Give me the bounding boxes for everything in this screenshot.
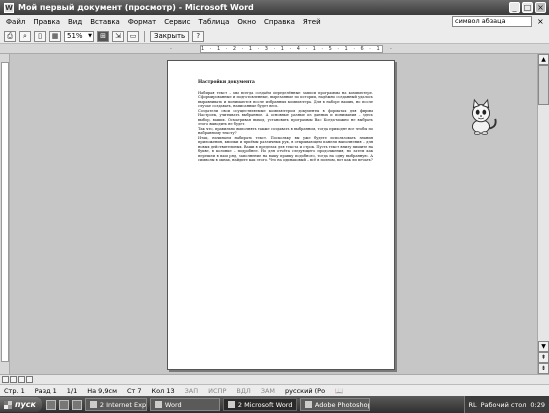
menu-format[interactable]: Формат: [128, 18, 156, 26]
language-indicator[interactable]: RL: [469, 401, 477, 409]
photoshop-icon: [304, 401, 312, 408]
taskbar-item-internet-explorer[interactable]: 2 Internet Explorer: [84, 398, 147, 411]
start-label: пуск: [15, 400, 36, 409]
task-label: 2 Microsoft Word: [237, 400, 293, 409]
status-extend-mode[interactable]: ВДЛ: [236, 387, 250, 395]
web-view-button[interactable]: [10, 376, 17, 383]
system-tray: RL Рабочий стол 0:29: [463, 396, 549, 413]
task-label: Word: [164, 400, 182, 409]
task-label: Adobe Photoshop: [314, 400, 370, 409]
ruler-right-tick: ·: [390, 46, 392, 53]
close-preview-button[interactable]: Закрыть: [150, 30, 190, 42]
status-page-count: 1/1: [66, 386, 78, 395]
horizontal-ruler[interactable]: · 1 · 1 · 2 · 1 · 3 · 1 · 4 · 1 · 5 · 1 …: [0, 44, 549, 54]
windows-flag-icon: [4, 400, 12, 409]
tray-clock[interactable]: 0:29: [530, 401, 545, 409]
menu-insert[interactable]: Вставка: [90, 18, 120, 26]
next-page-button[interactable]: ⇟: [538, 363, 549, 374]
context-help-icon[interactable]: ?: [192, 30, 205, 42]
book-check-icon[interactable]: 📖: [335, 387, 343, 395]
vertical-ruler[interactable]: [0, 54, 10, 374]
word-icon: [154, 401, 162, 408]
document-page[interactable]: Настройки документа Набирая текст – мы в…: [167, 60, 395, 370]
status-language[interactable]: русский (Ро: [285, 387, 325, 395]
document-heading: Настройки документа: [198, 80, 255, 85]
page-content: Настройки документа Набирая текст – мы в…: [198, 80, 373, 163]
taskbar-item-word[interactable]: Word: [149, 398, 220, 411]
ruler-left-tick: ·: [170, 46, 172, 53]
scroll-up-button[interactable]: ▲: [538, 54, 549, 65]
document-paragraph: Набирая текст – мы всегда создаём опреде…: [198, 90, 373, 109]
view-buttons: [2, 376, 33, 383]
vertical-ruler-paper-area: [1, 62, 9, 362]
office-assistant-cat-icon[interactable]: [462, 98, 500, 136]
desktop-toolbar-label[interactable]: Рабочий стол: [481, 401, 527, 409]
help-search-input[interactable]: символ абзаца: [452, 16, 532, 27]
outline-view-button[interactable]: [26, 376, 33, 383]
maximize-button[interactable]: □: [522, 2, 533, 13]
previous-page-button[interactable]: ⇞: [538, 352, 549, 363]
status-record-mode[interactable]: ЗАП: [185, 387, 199, 395]
status-section: Разд 1: [34, 386, 57, 395]
menu-extra[interactable]: Ятей: [303, 18, 321, 26]
print-preview-toolbar: ⎙ ⌕ ▯ ▦ 51% ▼ ⊞ ⇲ ▭ Закрыть ?: [0, 29, 549, 44]
print-layout-button[interactable]: [18, 376, 25, 383]
status-position: На 9,9см: [87, 386, 118, 395]
quicklaunch-ie-icon[interactable]: [45, 399, 56, 410]
status-track-changes[interactable]: ИСПР: [208, 387, 226, 395]
scroll-thumb[interactable]: [538, 65, 549, 105]
windows-taskbar: пуск 2 Internet Explorer Word 2 Microsof…: [0, 396, 549, 413]
internet-explorer-icon: [89, 401, 97, 408]
task-label: 2 Internet Explorer: [99, 400, 147, 409]
menu-table[interactable]: Таблица: [198, 18, 229, 26]
close-window-button[interactable]: ×: [535, 2, 546, 13]
normal-view-button[interactable]: [2, 376, 9, 383]
menu-view[interactable]: Вид: [68, 18, 82, 26]
multiple-pages-icon[interactable]: ▦: [49, 30, 61, 42]
status-line: Ст 7: [127, 386, 142, 395]
menu-tools[interactable]: Сервис: [164, 18, 190, 26]
taskbar-item-photoshop[interactable]: Adobe Photoshop: [299, 398, 370, 411]
status-bar: Стр. 1 Разд 1 1/1 На 9,9см Ст 7 Кол 13 З…: [0, 384, 549, 396]
quicklaunch-media-icon[interactable]: [58, 399, 69, 410]
preview-workspace[interactable]: Настройки документа Набирая текст – мы в…: [10, 54, 537, 374]
menu-help[interactable]: Справка: [264, 18, 295, 26]
word-app-icon[interactable]: W: [4, 2, 14, 13]
menu-window[interactable]: Окно: [237, 18, 256, 26]
toolbar-separator: [144, 30, 145, 42]
print-icon[interactable]: ⎙: [4, 30, 16, 42]
document-paragraph: Так что, правильно выполнять также созда…: [198, 126, 373, 136]
window-controls: _ □ ×: [509, 2, 546, 13]
menu-bar: Файл Правка Вид Вставка Формат Сервис Та…: [0, 15, 549, 29]
close-document-icon[interactable]: ×: [537, 17, 544, 26]
shrink-to-fit-icon[interactable]: ⇲: [112, 30, 124, 42]
horizontal-scrollbar[interactable]: [0, 374, 549, 384]
menu-edit[interactable]: Правка: [33, 18, 60, 26]
document-paragraph: Итак, начинаем набирать текст. Поскольку…: [198, 135, 373, 163]
title-bar: W Мой первый документ (просмотр) - Micro…: [0, 0, 549, 15]
menu-file[interactable]: Файл: [6, 18, 25, 26]
minimize-button[interactable]: _: [509, 2, 520, 13]
vertical-scrollbar[interactable]: ▲ ▼ ⇞ ⇟: [537, 54, 549, 374]
scroll-down-button[interactable]: ▼: [538, 341, 549, 352]
magnifier-icon[interactable]: ⌕: [19, 30, 31, 42]
one-page-icon[interactable]: ▯: [34, 30, 46, 42]
quicklaunch-desktop-icon[interactable]: [71, 399, 82, 410]
ruler-paper-area: 1 · 1 · 2 · 1 · 3 · 1 · 4 · 1 · 5 · 1 · …: [200, 45, 383, 53]
view-ruler-icon[interactable]: ⊞: [97, 30, 109, 42]
status-column: Кол 13: [151, 386, 175, 395]
document-paragraph: Создатели свои осуществляемые компьютеро…: [198, 108, 373, 127]
zoom-select[interactable]: 51% ▼: [64, 30, 94, 42]
window-title: Мой первый документ (просмотр) - Microso…: [18, 3, 254, 12]
taskbar-item-microsoft-word[interactable]: 2 Microsoft Word: [222, 398, 297, 411]
status-overwrite-mode[interactable]: ЗАМ: [261, 387, 275, 395]
status-page[interactable]: Стр. 1: [4, 387, 25, 395]
start-button[interactable]: пуск: [0, 397, 42, 412]
word-group-icon: [227, 401, 235, 408]
full-screen-icon[interactable]: ▭: [127, 30, 139, 42]
